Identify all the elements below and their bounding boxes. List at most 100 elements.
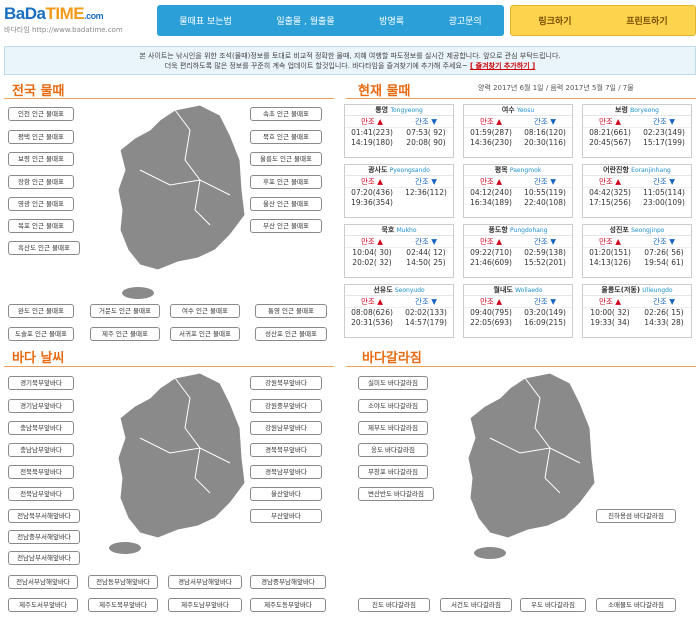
tide-link-mokpo[interactable]: 목포 인근 물때표 bbox=[8, 219, 74, 233]
tide-card[interactable]: 여수 Yeosu 만조 ▲ 간조 ▼ 01:59(287) 08:16(120) 1… bbox=[463, 104, 573, 158]
sea-link-jindo[interactable]: 진도 바다갈라짐 bbox=[358, 598, 430, 612]
weather-link-jeonnam-sw[interactable]: 전남남부서해앞바다 bbox=[8, 551, 80, 565]
weather-link-chungnam-north[interactable]: 충남북부앞바다 bbox=[8, 421, 74, 435]
tide-card[interactable]: 울릉도(저동) Ulleungdo 만조 ▲ 간조 ▼ 10:00( 32) 02:… bbox=[582, 284, 692, 338]
tide-link-incheon[interactable]: 인천 인근 물때표 bbox=[8, 107, 74, 121]
weather-link-gyeongnam-ws[interactable]: 경남서부남해앞바다 bbox=[168, 575, 242, 589]
sea-link-byeonsan[interactable]: 변산반도 바다갈라짐 bbox=[358, 487, 434, 501]
tide-link-ulleungdo[interactable]: 울릉도 인근 물때표 bbox=[250, 152, 322, 166]
card-high-1: 10:04( 30) bbox=[352, 248, 392, 257]
weather-link-gangwon-south[interactable]: 강원남부앞바다 bbox=[250, 421, 322, 435]
card-station-en: Eoranjinhang bbox=[631, 167, 671, 174]
weather-link-gyeonggi-north[interactable]: 경기북부앞바다 bbox=[8, 376, 74, 390]
card-station: 광사도 bbox=[368, 166, 388, 174]
weather-link-gyeongbuk-south[interactable]: 경북남부앞바다 bbox=[250, 465, 322, 479]
tide-card[interactable]: 성진포 Seongjinpo 만조 ▲ 간조 ▼ 01:20(151) 07:26(… bbox=[582, 224, 692, 278]
tide-link-mukho[interactable]: 묵호 인근 물때표 bbox=[250, 130, 322, 144]
weather-link-jeonnam-es[interactable]: 전남동부남해앞바다 bbox=[88, 575, 158, 589]
card-low-1: 02:02(133) bbox=[405, 308, 447, 317]
top-nav: 물때표 보는법 일출몰 , 월출몰 방명록 광고문의 bbox=[157, 5, 504, 36]
weather-link-gyeongbuk-north[interactable]: 경북북부앞바다 bbox=[250, 443, 322, 457]
tide-link-jeju[interactable]: 제주 인근 물때표 bbox=[90, 327, 160, 341]
tide-link-heuksando[interactable]: 흑산도 인근 물때표 bbox=[8, 241, 80, 255]
tide-card[interactable]: 평목 Paengmok 만조 ▲ 간조 ▼ 04:12(240) 10:55(119… bbox=[463, 164, 573, 218]
tide-card[interactable]: 묵호 Mukho 만조 ▲ 간조 ▼ 10:04( 30) 02:44( 12) 2… bbox=[344, 224, 454, 278]
card-high-2: 20:45(567) bbox=[589, 138, 631, 147]
card-station: 묵호 bbox=[381, 226, 395, 234]
card-station: 성진포 bbox=[609, 226, 629, 234]
tide-card[interactable]: 광사도 Pyeongsando 만조 ▲ 간조 ▼ 07:20(436) 12:36… bbox=[344, 164, 454, 218]
nav-sunrise[interactable]: 일출몰 , 월출몰 bbox=[276, 14, 334, 27]
tide-link-janghang[interactable]: 장항 인근 물때표 bbox=[8, 175, 74, 189]
nav-ad-inquiry[interactable]: 광고문의 bbox=[449, 14, 482, 27]
tide-link-doseulpo[interactable]: 도슬포 인근 물때표 bbox=[8, 327, 74, 341]
weather-link-jeonnam-nw[interactable]: 전남북부서해앞바다 bbox=[8, 509, 80, 523]
tide-link-yeonggwang[interactable]: 영광 인근 물때표 bbox=[8, 197, 74, 211]
bookmark-link[interactable]: [ 즐겨찾기 추가하기 ] bbox=[470, 62, 535, 70]
tide-card[interactable]: 어란진항 Eoranjinhang 만조 ▲ 간조 ▼ 04:42(325) 11:… bbox=[582, 164, 692, 218]
sea-link-jebudo[interactable]: 제부도 바다갈라짐 bbox=[358, 421, 428, 435]
tide-link-geomundo[interactable]: 거문도 인근 물때표 bbox=[90, 304, 160, 318]
weather-link-jeju-north[interactable]: 제주도북부앞바다 bbox=[88, 598, 158, 612]
card-low-label: 간조 ▼ bbox=[534, 297, 556, 306]
tide-link-seogwipo[interactable]: 서귀포 인근 물때표 bbox=[170, 327, 240, 341]
tide-card[interactable]: 선유도 Seonyudo 만조 ▲ 간조 ▼ 08:08(626) 02:02(13… bbox=[344, 284, 454, 338]
weather-link-gyeonggi-south[interactable]: 경기남부앞바다 bbox=[8, 399, 74, 413]
weather-link-jeonnam-cw[interactable]: 전남중부서해앞바다 bbox=[8, 530, 80, 544]
weather-link-jeonbuk-north[interactable]: 전북북부앞바다 bbox=[8, 465, 74, 479]
tide-link-boryeong[interactable]: 보령 인근 물때표 bbox=[8, 152, 74, 166]
nav-guestbook[interactable]: 방명록 bbox=[379, 14, 404, 27]
logo[interactable]: BaDaTIME.com 바다타임 http://www.badatime.co… bbox=[4, 4, 154, 40]
sea-link-seogeondo[interactable]: 서건도 바다갈라짐 bbox=[440, 598, 512, 612]
tide-link-tongyeong[interactable]: 통영 인근 물때표 bbox=[255, 304, 327, 318]
sea-link-silmido[interactable]: 실미도 바다갈라짐 bbox=[358, 376, 428, 390]
card-station: 울릉도(저동) bbox=[601, 286, 641, 294]
tide-link-ulsan[interactable]: 울산 인근 물때표 bbox=[250, 197, 322, 211]
sea-link-muchangpo[interactable]: 무창포 바다갈라짐 bbox=[358, 465, 428, 479]
weather-link-jeju-west[interactable]: 제주도서부앞바다 bbox=[8, 598, 78, 612]
card-high-2: 14:13(126) bbox=[589, 258, 631, 267]
print-button[interactable]: 프린트하기 bbox=[626, 14, 667, 27]
card-station-en: Yeosu bbox=[516, 107, 535, 114]
sea-link-udo[interactable]: 우도 바다갈라짐 bbox=[520, 598, 586, 612]
card-low-2: 16:09(215) bbox=[524, 318, 566, 327]
tide-link-pyeongtaek[interactable]: 평택 인근 물때표 bbox=[8, 130, 74, 144]
weather-link-gangwon-central[interactable]: 강원중부앞바다 bbox=[250, 399, 322, 413]
weather-link-chungnam-south[interactable]: 충남남부앞바다 bbox=[8, 443, 74, 457]
tide-card[interactable]: 월내도 Wollaedo 만조 ▲ 간조 ▼ 09:40(795) 03:20(14… bbox=[463, 284, 573, 338]
weather-link-jeju-east[interactable]: 제주도동부앞바다 bbox=[250, 598, 326, 612]
weather-link-busan[interactable]: 부산앞바다 bbox=[250, 509, 322, 523]
weather-link-gangwon-north[interactable]: 강원북부앞바다 bbox=[250, 376, 322, 390]
card-station-en: Paengmok bbox=[509, 167, 542, 174]
card-high-1: 04:42(325) bbox=[589, 188, 631, 197]
weather-link-jeonnam-ws[interactable]: 전남서부남해앞바다 bbox=[8, 575, 78, 589]
tide-link-sokcho[interactable]: 속초 인근 물때표 bbox=[250, 107, 322, 121]
divider bbox=[346, 98, 696, 99]
card-low-label: 간조 ▼ bbox=[534, 237, 556, 246]
link-button[interactable]: 링크하기 bbox=[538, 14, 571, 27]
tide-link-wando[interactable]: 완도 인근 물때표 bbox=[8, 304, 74, 318]
tide-link-hupo[interactable]: 후포 인근 물때표 bbox=[250, 175, 322, 189]
weather-link-ulsan[interactable]: 울산앞바다 bbox=[250, 487, 322, 501]
card-low-2: 23:00(109) bbox=[643, 198, 685, 207]
card-low-1: 07:53( 92) bbox=[406, 128, 446, 137]
tide-card[interactable]: 통영 Tongyeong 만조 ▲ 간조 ▼ 01:41(223) 07:53( 9… bbox=[344, 104, 454, 158]
tide-link-busan[interactable]: 부산 인근 물때표 bbox=[250, 219, 322, 233]
tide-card[interactable]: 풍도항 Pungdohang 만조 ▲ 간조 ▼ 09:22(710) 02:59(… bbox=[463, 224, 573, 278]
card-high-label: 만조 ▲ bbox=[599, 177, 621, 186]
card-high-1: 07:20(436) bbox=[351, 188, 393, 197]
weather-link-gyeongnam-cs[interactable]: 경남중부남해앞바다 bbox=[250, 575, 326, 589]
card-station: 어란진항 bbox=[603, 166, 629, 174]
card-station-en: Pyeongsando bbox=[389, 167, 430, 174]
weather-link-jeju-south[interactable]: 제주도남부앞바다 bbox=[168, 598, 242, 612]
tide-card[interactable]: 보령 Boryeong 만조 ▲ 간조 ▼ 08:21(661) 02:23(149… bbox=[582, 104, 692, 158]
tide-link-seongsanpo[interactable]: 성산포 인근 물때표 bbox=[255, 327, 327, 341]
sea-link-somaemuldo[interactable]: 소매물도 바다갈라짐 bbox=[596, 598, 676, 612]
sea-link-ungdo[interactable]: 웅도 바다갈라짐 bbox=[358, 443, 428, 457]
tide-link-yeosu[interactable]: 여수 인근 물때표 bbox=[170, 304, 240, 318]
sea-link-jinha[interactable]: 진하용섬 바다갈라짐 bbox=[596, 509, 676, 523]
nav-tide-guide[interactable]: 물때표 보는법 bbox=[179, 14, 232, 27]
weather-link-jeonbuk-south[interactable]: 전북남부앞바다 bbox=[8, 487, 74, 501]
card-low-1: 02:44( 12) bbox=[406, 248, 446, 257]
sea-link-soyado[interactable]: 소야도 바다갈라짐 bbox=[358, 399, 428, 413]
